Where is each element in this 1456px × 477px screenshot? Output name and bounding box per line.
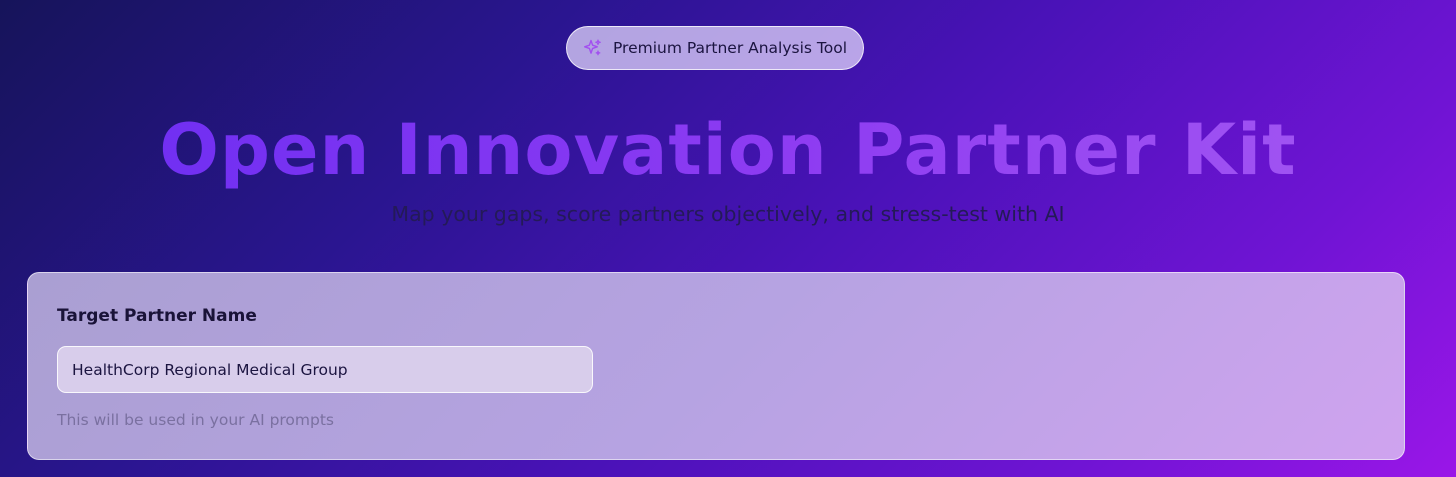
badge-label: Premium Partner Analysis Tool — [612, 39, 848, 57]
page-title: Open Innovation Partner Kit — [0, 108, 1456, 192]
partner-name-label: Target Partner Name — [57, 306, 257, 326]
partner-name-card: Target Partner Name This will be used in… — [27, 272, 1405, 460]
partner-name-helper-text: This will be used in your AI prompts — [57, 411, 335, 429]
partner-name-input[interactable] — [57, 346, 593, 393]
sparkles-icon — [583, 38, 603, 58]
premium-badge: Premium Partner Analysis Tool — [566, 26, 864, 70]
page-subtitle: Map your gaps, score partners objectivel… — [391, 202, 1065, 226]
